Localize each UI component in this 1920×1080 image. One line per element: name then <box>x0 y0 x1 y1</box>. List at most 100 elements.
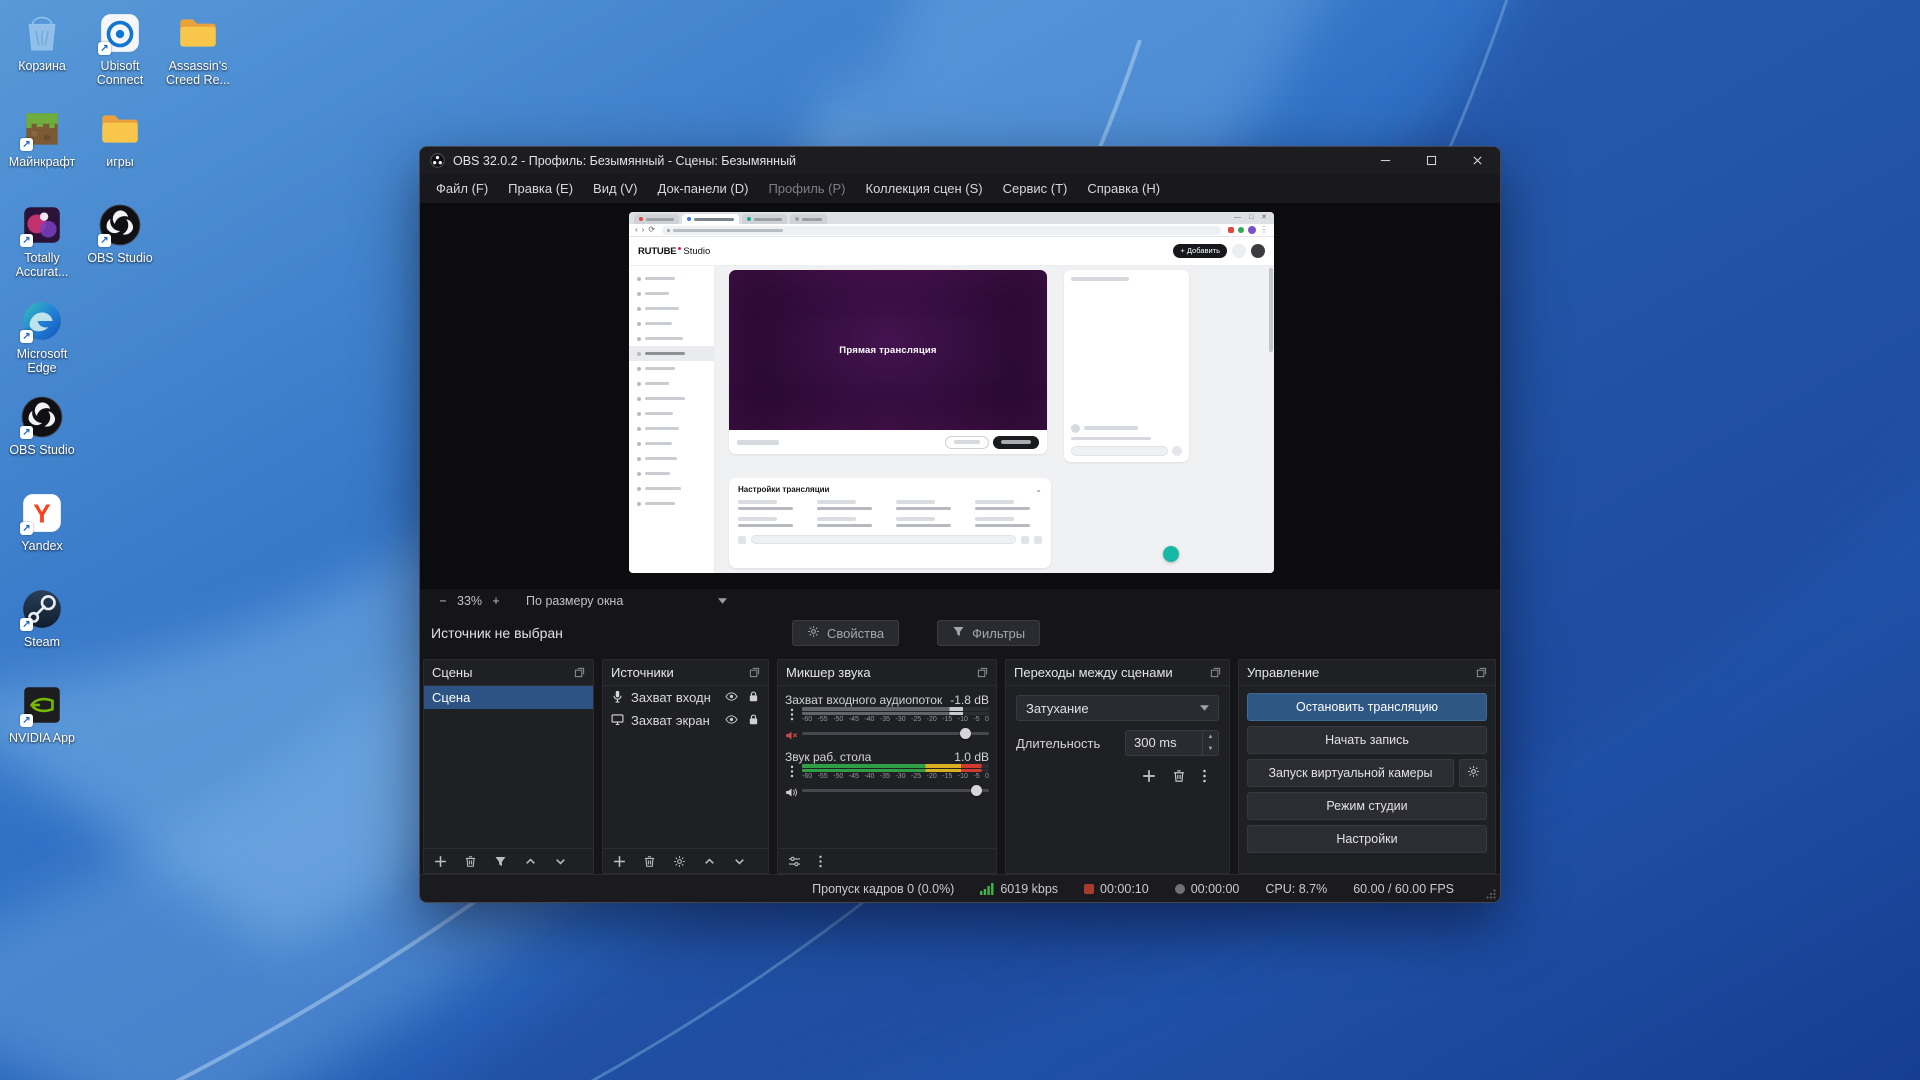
support-chat-button[interactable] <box>1163 546 1179 562</box>
rutube-sidebar-item[interactable] <box>629 406 714 421</box>
maximize-button[interactable] <box>1408 147 1454 174</box>
rutube-sidebar-item[interactable] <box>629 361 714 376</box>
properties-button[interactable]: Свойства <box>792 620 899 646</box>
rutube-sidebar-item[interactable] <box>629 421 714 436</box>
desktop-icon-totally-accurate[interactable]: ↗Totally Accurat... <box>4 202 80 280</box>
extension-icon[interactable] <box>1238 227 1244 233</box>
advanced-audio-button[interactable] <box>788 855 801 868</box>
rutube-sidebar-item[interactable] <box>629 286 714 301</box>
mixer-menu-icon[interactable] <box>790 708 794 721</box>
transition-properties-button[interactable] <box>1202 769 1207 783</box>
rutube-sidebar-item[interactable] <box>629 331 714 346</box>
mute-button[interactable] <box>785 730 798 741</box>
mixer-options-button[interactable] <box>818 855 823 868</box>
browser-menu-icon[interactable]: ⋮ <box>1260 226 1268 234</box>
lock-icon[interactable] <box>747 713 760 729</box>
duration-spinbox[interactable]: 300 ms ▲ ▼ <box>1125 730 1219 756</box>
browser-tab[interactable] <box>790 214 827 224</box>
browser-tab-active[interactable] <box>682 214 739 224</box>
virtual-camera-settings-button[interactable] <box>1459 759 1487 787</box>
desktop-icon-assassins-creed[interactable]: Assassin's Creed Re... <box>160 10 236 88</box>
extension-icon[interactable] <box>1228 227 1234 233</box>
menu-item-docks[interactable]: Док-панели (D) <box>648 174 759 203</box>
close-button[interactable] <box>1454 147 1500 174</box>
volume-slider[interactable] <box>802 783 989 798</box>
desktop-icon-minecraft[interactable]: ↗Майнкрафт <box>4 106 80 169</box>
banner-secondary-button[interactable] <box>945 436 989 449</box>
desktop-icon-games-folder[interactable]: игры <box>82 106 158 169</box>
browser-scrollbar[interactable] <box>1269 268 1273 571</box>
volume-slider-handle[interactable] <box>960 728 971 739</box>
minimize-button[interactable] <box>1362 147 1408 174</box>
move-source-down-button[interactable] <box>733 855 746 868</box>
menu-item-edit[interactable]: Правка (E) <box>498 174 583 203</box>
transition-select[interactable]: Затухание <box>1016 695 1219 721</box>
stream-url-field[interactable] <box>751 535 1016 544</box>
source-list-item[interactable]: Захват экран <box>603 709 768 732</box>
chat-input[interactable] <box>1071 446 1182 456</box>
mixer-menu-icon[interactable] <box>790 765 794 778</box>
popout-icon[interactable] <box>977 667 988 678</box>
rutube-sidebar-item[interactable] <box>629 496 714 511</box>
forward-icon[interactable]: › <box>642 226 645 234</box>
menu-item-profile[interactable]: Профиль (P) <box>758 174 855 203</box>
notifications-icon[interactable] <box>1232 244 1246 258</box>
chevron-down-icon[interactable] <box>718 598 727 604</box>
rutube-sidebar-item[interactable] <box>629 316 714 331</box>
source-list-item[interactable]: Захват входн <box>603 686 768 709</box>
move-scene-down-button[interactable] <box>554 855 567 868</box>
remove-source-button[interactable] <box>643 855 656 868</box>
copy-icon[interactable] <box>1021 536 1029 544</box>
scene-filters-button[interactable] <box>494 855 507 868</box>
chat-send-icon[interactable] <box>1172 446 1182 456</box>
remove-scene-button[interactable] <box>464 855 477 868</box>
rutube-sidebar-item[interactable] <box>629 481 714 496</box>
menu-item-help[interactable]: Справка (H) <box>1077 174 1170 203</box>
studio-mode-button[interactable]: Режим студии <box>1247 792 1487 820</box>
browser-tab-strip[interactable]: — □ ✕ <box>629 212 1274 224</box>
add-source-button[interactable] <box>613 855 626 868</box>
start-virtual-camera-button[interactable]: Запуск виртуальной камеры <box>1247 759 1454 787</box>
visibility-icon[interactable] <box>725 690 738 706</box>
browser-tab[interactable] <box>742 214 787 224</box>
popout-icon[interactable] <box>1210 667 1221 678</box>
browser-tab[interactable] <box>634 214 679 224</box>
menu-item-view[interactable]: Вид (V) <box>583 174 647 203</box>
profile-avatar[interactable] <box>1251 244 1265 258</box>
scene-list-item[interactable]: Сцена <box>424 686 593 709</box>
obs-titlebar[interactable]: OBS 32.0.2 - Профиль: Безымянный - Сцены… <box>420 147 1500 174</box>
popout-icon[interactable] <box>749 667 760 678</box>
collapse-icon[interactable]: ⌄ <box>1035 486 1042 494</box>
browser-profile-avatar[interactable] <box>1248 226 1256 234</box>
desktop-icon-ubisoft-connect[interactable]: ↗Ubisoft Connect <box>82 10 158 88</box>
reload-icon[interactable]: ⟳ <box>648 226 655 234</box>
spin-up-icon[interactable]: ▲ <box>1203 731 1218 743</box>
start-recording-button[interactable]: Начать запись <box>1247 726 1487 754</box>
preview-canvas[interactable]: — □ ✕ ‹ › ⟳ ⋮ RUTUBE Studio <box>420 203 1500 589</box>
source-properties-button[interactable] <box>673 855 686 868</box>
settings-icon-square[interactable] <box>738 536 746 544</box>
visibility-icon[interactable] <box>725 713 738 729</box>
desktop-icon-yandex[interactable]: Y↗Yandex <box>4 490 80 553</box>
add-transition-button[interactable] <box>1142 769 1156 783</box>
menu-item-tools[interactable]: Сервис (T) <box>993 174 1078 203</box>
mute-button[interactable] <box>785 787 798 798</box>
move-scene-up-button[interactable] <box>524 855 537 868</box>
resize-grip[interactable] <box>1486 889 1496 899</box>
volume-slider-handle[interactable] <box>971 785 982 796</box>
rutube-sidebar-item[interactable] <box>629 466 714 481</box>
add-scene-button[interactable] <box>434 855 447 868</box>
desktop-icon-recycle-bin[interactable]: Корзина <box>4 10 80 73</box>
settings-button[interactable]: Настройки <box>1247 825 1487 853</box>
rutube-sidebar-item[interactable] <box>629 301 714 316</box>
popout-icon[interactable] <box>574 667 585 678</box>
rutube-sidebar-item[interactable] <box>629 436 714 451</box>
browser-address-bar[interactable]: ‹ › ⟳ ⋮ <box>629 224 1274 237</box>
chat-input-field[interactable] <box>1071 446 1168 456</box>
filters-button[interactable]: Фильтры <box>937 620 1040 646</box>
browser-window-controls[interactable]: — □ ✕ <box>1234 213 1270 221</box>
desktop-icon-steam[interactable]: ↗Steam <box>4 586 80 649</box>
rutube-sidebar-item[interactable] <box>629 376 714 391</box>
back-icon[interactable]: ‹ <box>635 226 638 234</box>
desktop-icon-microsoft-edge[interactable]: ↗Microsoft Edge <box>4 298 80 376</box>
